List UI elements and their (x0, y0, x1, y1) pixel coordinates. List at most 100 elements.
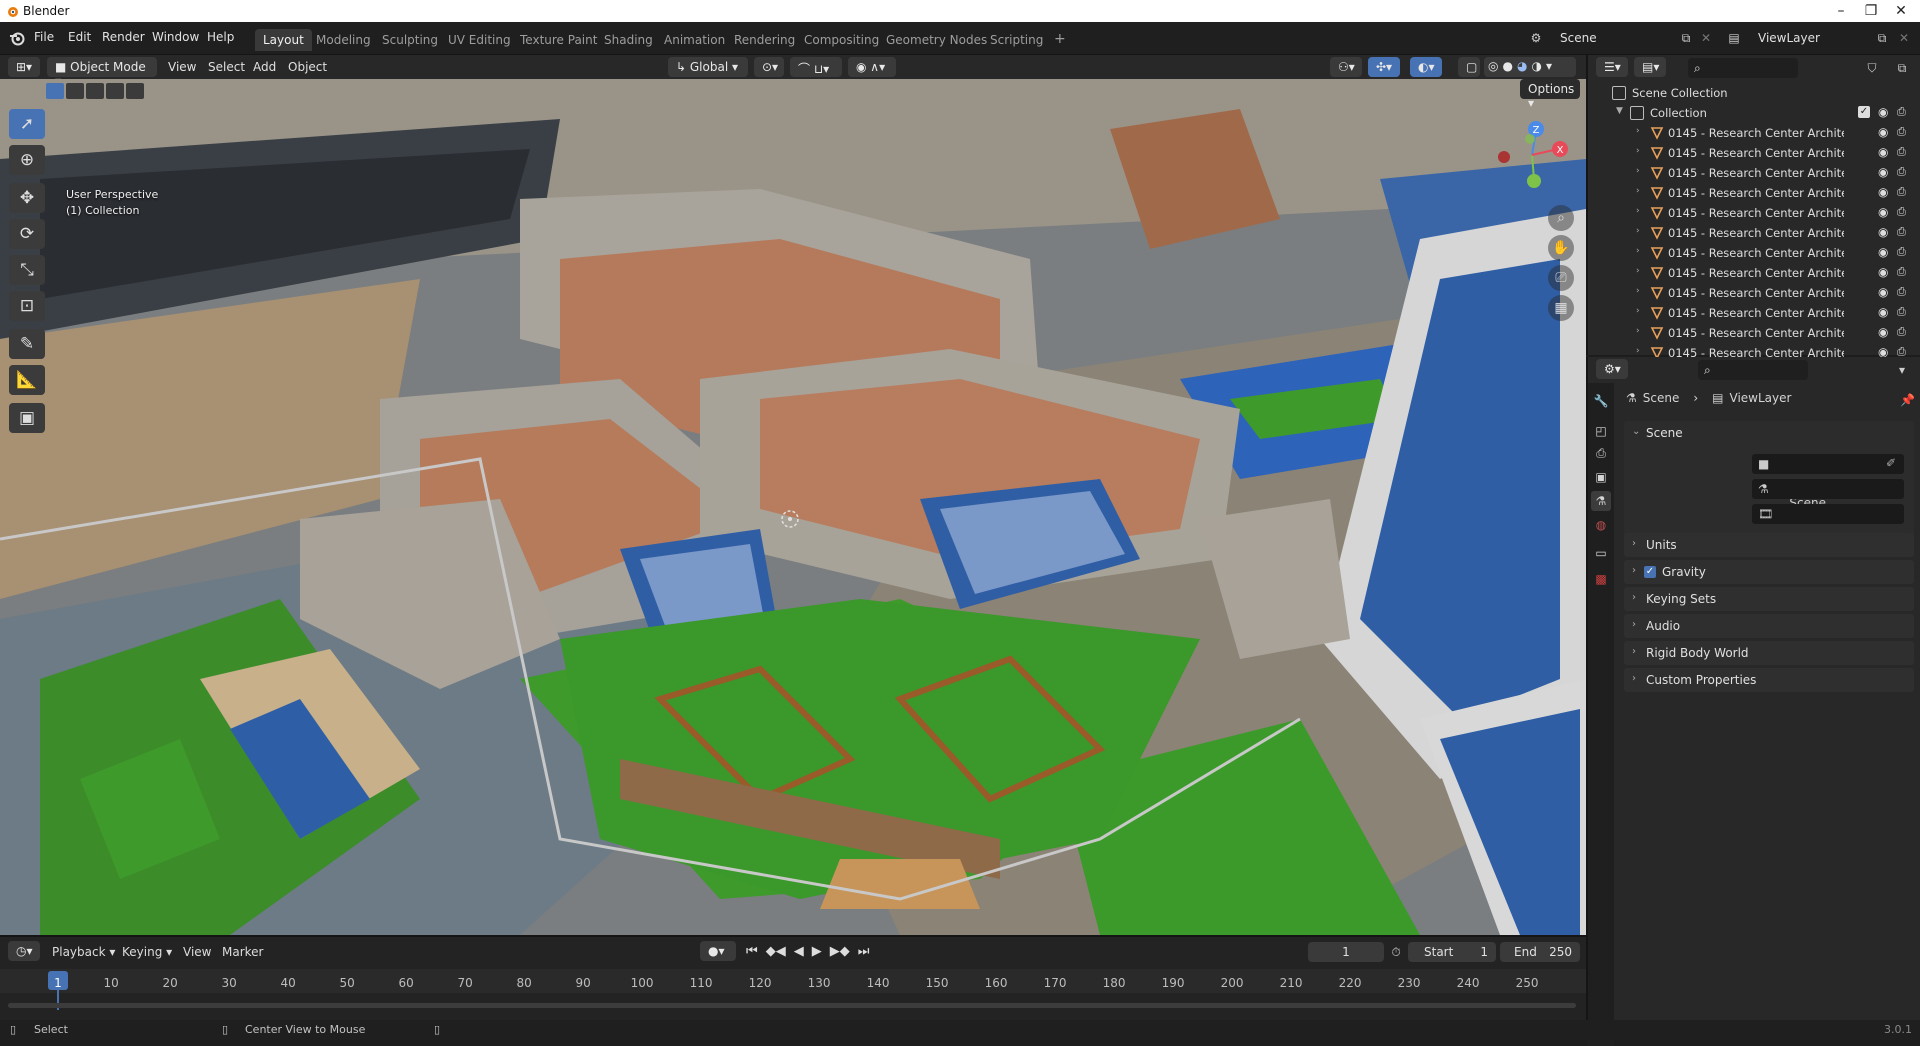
viewlayer-browse-icon[interactable]: ▤ (1724, 28, 1744, 48)
menu-render[interactable]: Render (102, 30, 145, 44)
expand-chevron-icon[interactable]: › (1636, 306, 1640, 316)
tab-geometry-nodes[interactable]: Geometry Nodes (878, 29, 995, 51)
overlay-toggle-icon[interactable]: ◐▾ (1410, 57, 1442, 77)
select-intersect-icon[interactable] (126, 83, 144, 99)
tab-layout[interactable]: Layout (255, 29, 312, 51)
visibility-toggle-icon[interactable]: ⚇▾ (1330, 57, 1362, 77)
expand-chevron-icon[interactable]: › (1636, 206, 1640, 216)
view-layer-tab-icon[interactable]: ▣ (1591, 467, 1611, 487)
tab-modeling[interactable]: Modeling (308, 29, 379, 51)
active-clip-field[interactable] (1752, 504, 1904, 524)
view-menu[interactable]: View (168, 60, 196, 74)
outliner-object-row[interactable]: › 0145 - Research Center Architecture ◉ ⎙ (1588, 123, 1920, 143)
visibility-eye-icon[interactable]: ◉ (1878, 165, 1888, 179)
menu-window[interactable]: Window (152, 30, 199, 44)
object-menu[interactable]: Object (288, 60, 327, 74)
render-camera-icon[interactable]: ⎙ (1897, 325, 1906, 339)
blender-menu-icon[interactable] (9, 30, 25, 46)
outliner-object-row[interactable]: › 0145 - Research Center Architecture ◉ ⎙ (1588, 263, 1920, 283)
delete-viewlayer-icon[interactable]: ✕ (1894, 28, 1914, 48)
display-mode-icon[interactable]: ▤▾ (1634, 57, 1666, 77)
pivot-point-icon[interactable]: ⊙▾ (754, 57, 784, 77)
visibility-eye-icon[interactable]: ◉ (1878, 125, 1888, 139)
outliner-object-row[interactable]: › 0145 - Research Center Architecture ◉ ⎙ (1588, 163, 1920, 183)
select-extend-icon[interactable] (66, 83, 84, 99)
add-cube-tool[interactable]: ▣ (9, 403, 45, 433)
outliner-object-row[interactable]: › 0145 - Research Center Architecture ◉ ⎙ (1588, 223, 1920, 243)
select-box-tool[interactable]: ➚ (9, 109, 45, 139)
timeline-editor-type-icon[interactable]: ◷▾ (8, 941, 40, 961)
jump-start-icon[interactable]: ⏮ (746, 944, 758, 959)
expand-chevron-icon[interactable]: › (1636, 246, 1640, 256)
minimize-icon[interactable]: – (1827, 2, 1855, 20)
auto-keying-icon[interactable]: ●▾ (700, 941, 736, 961)
new-viewlayer-icon[interactable]: ⧉ (1872, 28, 1892, 48)
visibility-eye-icon[interactable]: ◉ (1878, 225, 1888, 239)
expand-chevron-icon[interactable]: › (1636, 226, 1640, 236)
rigid-body-world-panel[interactable]: › Rigid Body World (1624, 641, 1914, 665)
tab-animation[interactable]: Animation (656, 29, 733, 51)
visibility-eye-icon[interactable]: ◉ (1878, 305, 1888, 319)
navigation-gizmo[interactable]: Z X (1492, 115, 1572, 195)
xray-toggle-icon[interactable]: ▢ (1458, 57, 1480, 77)
outliner-object-row[interactable]: › 0145 - Research Center Architecture ◉ ⎙ (1588, 183, 1920, 203)
outliner-object-row[interactable]: › 0145 - Research Center Architecture ◉ ⎙ (1588, 243, 1920, 263)
add-workspace-button[interactable]: + (1046, 29, 1074, 51)
collection-row[interactable]: ▼ Collection ✓ ◉ ⎙ (1588, 103, 1920, 123)
render-camera-icon[interactable]: ⎙ (1897, 245, 1906, 259)
outliner-object-row[interactable]: › 0145 - Research Center Architecture ◉ ⎙ (1588, 303, 1920, 323)
scale-tool[interactable]: ⤡ (9, 255, 45, 285)
tab-scripting[interactable]: Scripting (982, 29, 1051, 51)
render-camera-icon[interactable]: ⎙ (1897, 265, 1906, 279)
viewlayer-name-field[interactable]: ViewLayer (1752, 28, 1876, 48)
collection-expand-icon[interactable]: ▼ (1616, 106, 1623, 116)
output-tab-icon[interactable]: ⎙ (1591, 443, 1611, 463)
render-camera-icon[interactable]: ⎙ (1897, 285, 1906, 299)
select-menu[interactable]: Select (208, 60, 245, 74)
render-camera-icon[interactable]: ⎙ (1897, 225, 1906, 239)
units-panel[interactable]: › Units (1624, 533, 1914, 557)
menu-file[interactable]: File (34, 30, 54, 44)
next-keyframe-icon[interactable]: ▶◆ (830, 944, 850, 959)
play-reverse-icon[interactable]: ◀ (794, 944, 804, 959)
scene-panel-title[interactable]: Scene (1646, 426, 1683, 440)
audio-panel[interactable]: › Audio (1624, 614, 1914, 638)
outliner-object-row[interactable]: › 0145 - Research Center Architecture ◉ ⎙ (1588, 203, 1920, 223)
play-icon[interactable]: ▶ (812, 944, 822, 959)
expand-chevron-icon[interactable]: › (1636, 126, 1640, 136)
custom-properties-panel[interactable]: › Custom Properties (1624, 668, 1914, 692)
camera-field[interactable] (1752, 454, 1904, 474)
ortho-grid-icon[interactable]: ▦ (1548, 295, 1574, 321)
3d-viewport[interactable]: Options ▾ ➚ ⊕ ✥ ⟳ ⤡ ⊡ ✎ 📐 ▣ User Perspec… (0, 79, 1586, 935)
camera-view-icon[interactable]: ⎚ (1548, 265, 1574, 291)
add-menu[interactable]: Add (253, 60, 276, 74)
new-collection-icon[interactable]: ⧉ (1892, 58, 1912, 78)
pan-hand-icon[interactable]: ✋ (1548, 235, 1574, 261)
visibility-eye-icon[interactable]: ◉ (1878, 245, 1888, 259)
gravity-panel[interactable]: › ✓ Gravity (1624, 560, 1914, 584)
tab-compositing[interactable]: Compositing (796, 29, 887, 51)
editor-type-icon[interactable]: ⊞▾ (8, 57, 40, 77)
gizmo-neg-x-axis[interactable] (1498, 151, 1510, 163)
scene-browse-icon[interactable]: ⚙ (1526, 28, 1546, 48)
render-camera-icon[interactable]: ⎙ (1897, 185, 1906, 199)
pin-icon[interactable]: 📌 (1900, 393, 1915, 407)
delete-scene-icon[interactable]: ✕ (1696, 28, 1716, 48)
proportional-edit-icon[interactable]: ◉ ∧▾ (848, 57, 896, 77)
texture-tab-icon[interactable]: ▩ (1591, 569, 1611, 589)
filter-icon[interactable]: ⛉ (1862, 58, 1882, 78)
transform-tool[interactable]: ⊡ (9, 291, 45, 321)
orientation-dropdown[interactable]: ↳ Global ▾ (668, 57, 748, 77)
outliner-object-row[interactable]: › 0145 - Research Center Architecture ◉ ⎙ (1588, 283, 1920, 303)
select-subtract-icon[interactable] (86, 83, 104, 99)
outliner-object-row[interactable]: › 0145 - Research Center Architecture ◉ ⎙ (1588, 323, 1920, 343)
zoom-icon[interactable]: ⌕ (1548, 205, 1574, 231)
scene-tab-icon[interactable]: ⚗ (1591, 491, 1611, 511)
menu-help[interactable]: Help (207, 30, 234, 44)
gizmo-y-axis[interactable] (1527, 174, 1541, 188)
playback-menu[interactable]: Playback ▾ (52, 945, 115, 959)
maximize-icon[interactable]: ❐ (1857, 2, 1885, 20)
timeline-scrollbar[interactable] (8, 1003, 1576, 1008)
mode-dropdown[interactable]: ■ Object Mode ▾ (47, 57, 157, 88)
timeline-view-menu[interactable]: View (183, 945, 211, 959)
